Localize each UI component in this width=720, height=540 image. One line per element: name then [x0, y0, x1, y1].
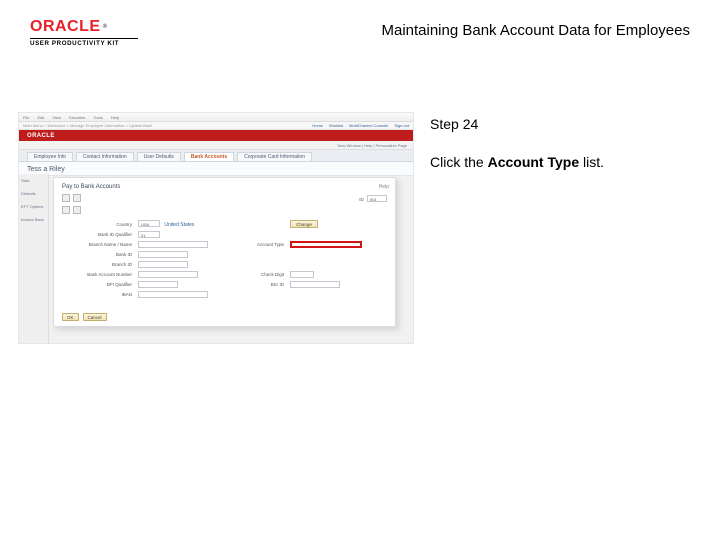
menu-fav: Favorites	[69, 115, 85, 120]
oracle-logo-text: ORACLE	[30, 18, 101, 36]
embedded-screenshot: File Edit View Favorites Tools Help Main…	[18, 112, 414, 344]
browser-menubar: File Edit View Favorites Tools Help	[19, 113, 413, 122]
modal-toolbar-2	[62, 206, 387, 214]
app-brandbar: ORACLE	[19, 130, 413, 141]
dfi-input[interactable]	[138, 281, 178, 288]
trademark-symbol: ®	[103, 24, 108, 30]
page-tabs: Employee Info Contact Information User D…	[19, 150, 413, 162]
modal-title: Pay to Bank Accounts	[62, 184, 387, 190]
bank-acct-label: Bank Account Number	[62, 272, 132, 277]
sidebar-item-start: Start	[21, 178, 46, 183]
modal-help-link[interactable]: Help	[379, 184, 389, 190]
bank-account-modal: Help Pay to Bank Accounts ID 001 Country…	[53, 177, 396, 327]
iban-input[interactable]	[138, 291, 208, 298]
tab-user-defaults[interactable]: User Defaults	[137, 152, 181, 161]
sidebar-item-eft: EFT Options	[21, 204, 46, 209]
country-label: Country	[62, 222, 132, 227]
instruction-target: Account Type	[488, 154, 580, 170]
expand-icon[interactable]	[62, 206, 70, 214]
tab-contact[interactable]: Contact Information	[76, 152, 134, 161]
modal-field-grid: Country USA United States Change Bank ID…	[62, 220, 387, 298]
instruction-line: Click the Account Type list.	[430, 154, 680, 170]
menu-tools: Tools	[93, 115, 102, 120]
tab-bank-accounts[interactable]: Bank Accounts	[184, 152, 234, 161]
nav-link-home: Home	[312, 123, 323, 128]
tab-corp-card[interactable]: Corporate Card Information	[237, 152, 312, 161]
app-subnav: New Window | Help | Personalize Page	[19, 141, 413, 150]
brand-logo-block: ORACLE ® USER PRODUCTIVITY KIT	[30, 18, 138, 47]
branch-id-label: Branch ID	[62, 262, 132, 267]
account-type-label: Account Type	[224, 242, 284, 247]
change-country-button[interactable]: Change	[290, 220, 318, 228]
instruction-suffix: list.	[579, 154, 604, 170]
add-icon[interactable]	[62, 194, 70, 202]
menu-view: View	[52, 115, 61, 120]
sidebar-item-defaults: Defaults	[21, 191, 46, 196]
country-value: USA	[138, 220, 160, 227]
nav-link-signout: Sign out	[394, 123, 409, 128]
page-header: ORACLE ® USER PRODUCTIVITY KIT Maintaini…	[0, 18, 720, 60]
document-title: Maintaining Bank Account Data for Employ…	[381, 22, 690, 39]
bankidq-label: Bank ID Qualifier	[62, 232, 132, 237]
branch-id-input[interactable]	[138, 261, 188, 268]
menu-edit: Edit	[37, 115, 44, 120]
menu-file: File	[23, 115, 29, 120]
breadcrumb-path: Main Menu > Workforce > Manage Employee …	[23, 123, 152, 128]
logo-underline	[30, 38, 138, 39]
row-id-value: 001	[367, 195, 387, 202]
ok-button[interactable]: OK	[62, 313, 79, 321]
menu-help: Help	[111, 115, 119, 120]
row-id-label: ID 001	[359, 195, 387, 202]
bank-id-label: Bank ID	[62, 252, 132, 257]
account-type-list[interactable]	[290, 241, 362, 248]
breadcrumb-bar: Main Menu > Workforce > Manage Employee …	[19, 122, 413, 130]
instruction-prefix: Click the	[430, 154, 488, 170]
step-label: Step 24	[430, 116, 680, 132]
check-digit-input[interactable]	[290, 271, 314, 278]
sidebar-item-invoice: Invoice Bank	[21, 217, 46, 222]
nav-link-mcc: MultiChannel Console	[349, 123, 388, 128]
cancel-button[interactable]: Cancel	[83, 313, 107, 321]
dfi-label: DFI Qualifier	[62, 282, 132, 287]
app-brand-text: ORACLE	[27, 133, 55, 139]
oracle-logo: ORACLE ®	[30, 18, 138, 36]
collapse-icon[interactable]	[73, 206, 81, 214]
check-digit-label: Check Digit	[224, 272, 284, 277]
country-name: United States	[164, 222, 194, 228]
bic-input[interactable]	[290, 281, 340, 288]
bank-name-label: Branch Name / Name	[62, 242, 132, 247]
delete-icon[interactable]	[73, 194, 81, 202]
bic-label: BIC ID	[224, 282, 284, 287]
bank-name-input[interactable]	[138, 241, 208, 248]
product-line-label: USER PRODUCTIVITY KIT	[30, 40, 138, 47]
subnav-right-links: New Window | Help | Personalize Page	[338, 143, 407, 148]
modal-toolbar: ID 001	[62, 194, 387, 202]
nav-link-worklist: Worklist	[329, 123, 343, 128]
bank-id-input[interactable]	[138, 251, 188, 258]
employee-name: Tess a Riley	[19, 162, 413, 176]
tab-employee-info[interactable]: Employee Info	[27, 152, 73, 161]
bank-acct-input[interactable]	[138, 271, 198, 278]
left-sidebar: Start Defaults EFT Options Invoice Bank	[19, 174, 49, 343]
instruction-panel: Step 24 Click the Account Type list.	[430, 116, 680, 170]
bankidq-value[interactable]: 01	[138, 231, 160, 238]
iban-label: IBAN	[62, 292, 132, 297]
